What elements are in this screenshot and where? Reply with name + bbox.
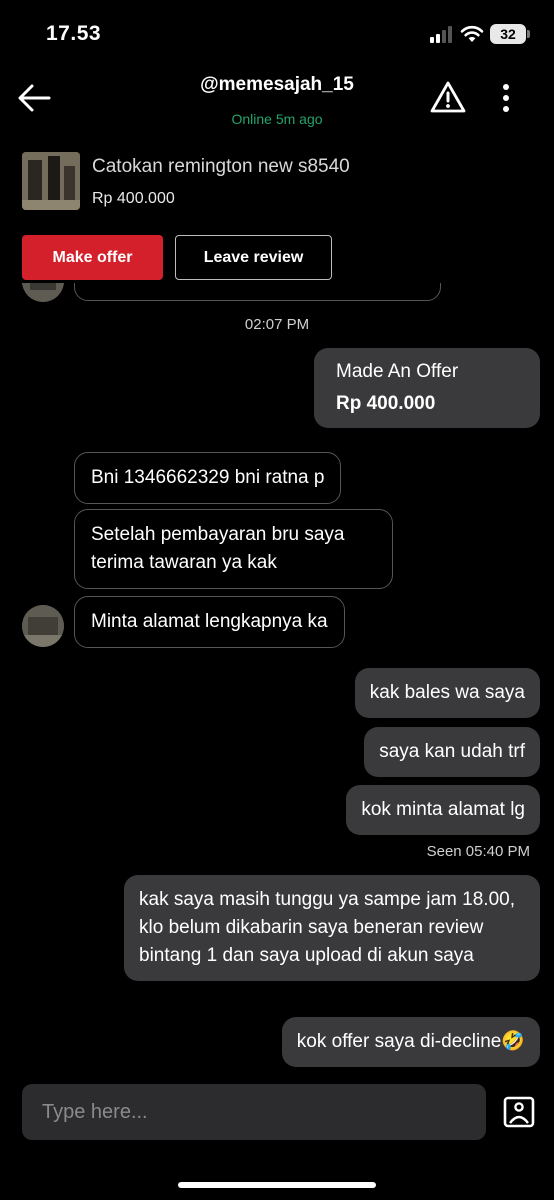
outgoing-message[interactable]: kak saya masih tunggu ya sampe jam 18.00… bbox=[124, 875, 540, 981]
chat-message-list[interactable]: 02:07 PM Made An Offer Rp 400.000 Bni 13… bbox=[0, 283, 554, 1073]
message-bubble-partial bbox=[74, 283, 441, 301]
make-offer-button[interactable]: Make offer bbox=[22, 235, 163, 280]
wifi-icon bbox=[460, 25, 484, 42]
incoming-message[interactable]: Minta alamat lengkapnya ka bbox=[74, 596, 345, 648]
status-time: 17.53 bbox=[46, 22, 102, 45]
message-input[interactable] bbox=[22, 1084, 486, 1140]
outgoing-message[interactable]: saya kan udah trf bbox=[364, 727, 540, 777]
message-timestamp: 02:07 PM bbox=[244, 316, 310, 333]
battery-tip bbox=[527, 30, 530, 38]
more-options-icon[interactable] bbox=[494, 80, 518, 116]
product-name[interactable]: Catokan remington new s8540 bbox=[92, 156, 350, 178]
offer-amount: Rp 400.000 bbox=[336, 393, 436, 414]
incoming-message[interactable]: Setelah pembayaran bru saya terima tawar… bbox=[74, 509, 393, 589]
outgoing-message[interactable]: kok minta alamat lg bbox=[346, 785, 540, 835]
attach-image-icon[interactable] bbox=[502, 1095, 536, 1129]
avatar[interactable] bbox=[22, 605, 64, 647]
online-status: Online 5m ago bbox=[231, 111, 323, 127]
incoming-message[interactable]: Bni 1346662329 bni ratna p bbox=[74, 452, 342, 504]
product-price: Rp 400.000 bbox=[92, 190, 175, 207]
avatar bbox=[22, 283, 64, 302]
signal-icon bbox=[430, 26, 454, 43]
message-composer bbox=[22, 1084, 486, 1140]
report-warning-icon[interactable] bbox=[430, 80, 466, 114]
outgoing-message[interactable]: kok offer saya di-decline🤣 bbox=[281, 1017, 540, 1067]
product-thumbnail[interactable] bbox=[22, 152, 80, 210]
leave-review-button[interactable]: Leave review bbox=[175, 235, 332, 280]
offer-title: Made An Offer bbox=[336, 361, 459, 382]
home-indicator bbox=[178, 1182, 376, 1188]
chat-username[interactable]: @memesajah_15 bbox=[0, 74, 554, 96]
seen-receipt: Seen 05:40 PM bbox=[426, 843, 530, 860]
battery-icon: 32 bbox=[490, 24, 526, 44]
offer-message-bubble[interactable]: Made An Offer Rp 400.000 bbox=[314, 348, 540, 428]
outgoing-message[interactable]: kak bales wa saya bbox=[354, 668, 540, 718]
status-bar: 17.53 32 bbox=[0, 0, 554, 70]
